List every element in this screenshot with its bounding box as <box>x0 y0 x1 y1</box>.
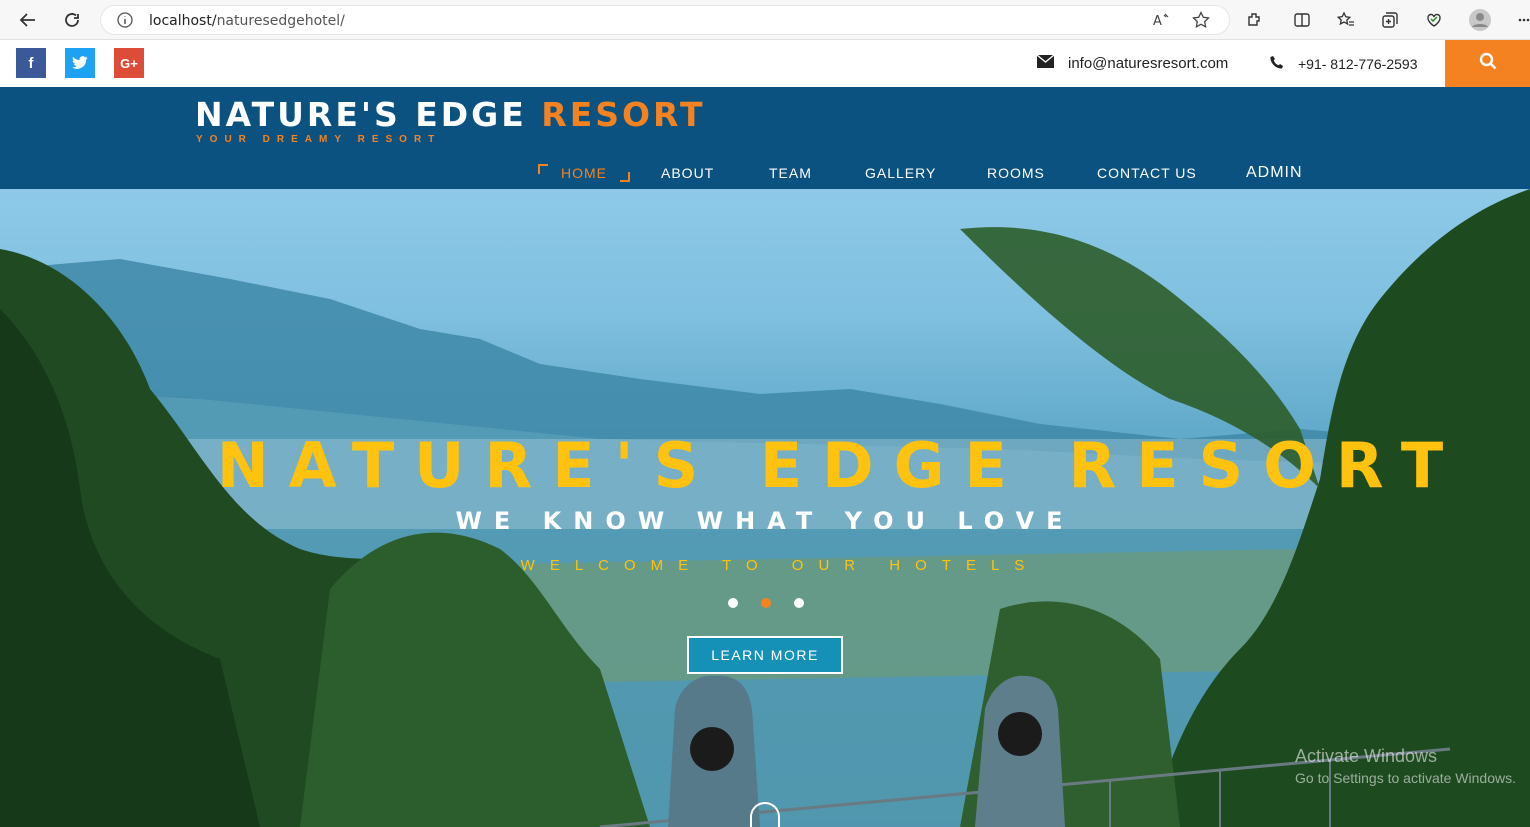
slider-dot-1[interactable] <box>728 598 738 608</box>
contact-phone[interactable]: +91- 812-776-2593 <box>1270 55 1418 72</box>
nav-rooms[interactable]: ROOMS <box>987 165 1045 181</box>
search-button[interactable] <box>1445 40 1530 87</box>
site-tagline: YOUR DREAMY RESORT <box>196 134 442 145</box>
nav-admin[interactable]: ADMIN <box>1246 164 1303 182</box>
profile-avatar-icon[interactable] <box>1468 8 1492 32</box>
extensions-icon[interactable] <box>1242 8 1266 32</box>
google-plus-icon[interactable]: G+ <box>114 48 144 78</box>
site-logo[interactable]: NATURE'S EDGE RESORT <box>195 95 706 134</box>
search-icon <box>1479 52 1497 75</box>
nav-gallery[interactable]: GALLERY <box>865 165 936 181</box>
learn-more-button[interactable]: LEARN MORE <box>687 636 843 674</box>
address-bar[interactable]: localhost/naturesedgehotel/ A <box>100 5 1230 35</box>
hero-slider: NATURE'S EDGE RESORT WE KNOW WHAT YOU LO… <box>0 189 1530 827</box>
hero-title: NATURE'S EDGE RESORT <box>216 429 1464 502</box>
active-nav-bracket-bottom <box>620 172 630 182</box>
url-text: localhost/naturesedgehotel/ <box>149 13 345 29</box>
refresh-icon[interactable] <box>60 8 84 32</box>
more-options-icon[interactable] <box>1512 8 1530 32</box>
nav-contact-us[interactable]: CONTACT US <box>1097 165 1197 181</box>
envelope-icon <box>1036 54 1055 72</box>
email-text: info@naturesresort.com <box>1068 55 1229 72</box>
twitter-icon[interactable] <box>65 48 95 78</box>
slider-dot-2[interactable] <box>761 598 771 608</box>
contact-email[interactable]: info@naturesresort.com <box>1036 54 1229 72</box>
slider-dot-3[interactable] <box>794 598 804 608</box>
hero-subtitle: WE KNOW WHAT YOU LOVE <box>455 507 1075 535</box>
activate-windows-title: Activate Windows <box>1295 746 1438 766</box>
collections-icon[interactable] <box>1378 8 1402 32</box>
site-header: NATURE'S EDGE RESORT YOUR DREAMY RESORT … <box>0 87 1530 189</box>
nav-about[interactable]: ABOUT <box>661 165 714 181</box>
hero-welcome-text: WELCOME TO OUR HOTELS <box>520 557 1040 574</box>
scroll-down-indicator[interactable] <box>750 802 780 827</box>
active-nav-bracket-top <box>538 164 548 174</box>
split-screen-icon[interactable] <box>1290 8 1314 32</box>
nav-home[interactable]: HOME <box>561 165 607 181</box>
svg-text:A: A <box>1153 14 1162 29</box>
read-aloud-icon[interactable]: A <box>1149 8 1173 32</box>
phone-text: +91- 812-776-2593 <box>1298 55 1418 72</box>
nav-team[interactable]: TEAM <box>769 165 812 181</box>
top-info-bar: f G+ info@naturesresort.com +91- 812-776… <box>0 40 1530 87</box>
activate-windows-subtitle: Go to Settings to activate Windows. <box>1295 770 1516 786</box>
facebook-icon[interactable]: f <box>16 48 46 78</box>
performance-icon[interactable] <box>1422 8 1446 32</box>
favorites-icon[interactable] <box>1334 8 1358 32</box>
browser-toolbar: localhost/naturesedgehotel/ A <box>0 0 1530 40</box>
phone-icon <box>1270 55 1284 72</box>
site-info-icon[interactable] <box>117 12 133 33</box>
back-icon[interactable] <box>16 8 40 32</box>
favorite-star-icon[interactable] <box>1189 8 1213 32</box>
